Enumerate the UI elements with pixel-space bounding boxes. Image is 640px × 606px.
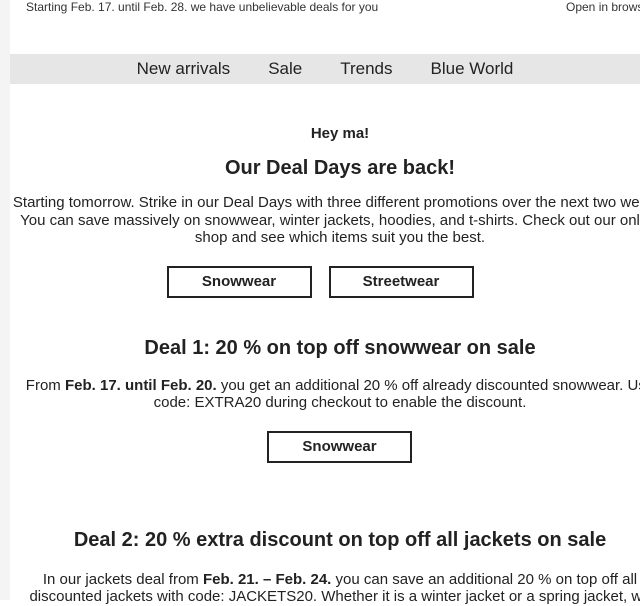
preheader-text: Starting Feb. 17. until Feb. 28. we have… xyxy=(26,0,379,14)
email-body: Hey ma! Our Deal Days are back! Starting… xyxy=(10,84,640,606)
preheader: Starting Feb. 17. until Feb. 28. we have… xyxy=(10,0,640,22)
nav-item-blue-world[interactable]: Blue World xyxy=(431,59,514,79)
deal1-text-pre: From xyxy=(25,376,65,394)
streetwear-button[interactable]: Streetwear xyxy=(328,265,474,298)
greeting: Hey ma! xyxy=(310,125,370,142)
deal2-text: In our jackets deal from Feb. 21. – Feb.… xyxy=(10,571,640,606)
intro-text: Starting tomorrow. Strike in our Deal Da… xyxy=(12,194,640,246)
open-in-browser-link[interactable]: Open in browser xyxy=(566,0,640,14)
snowwear-button[interactable]: Snowwear xyxy=(166,265,312,298)
main-nav: New arrivals Sale Trends Blue World xyxy=(10,54,640,84)
category-buttons: Snowwear Streetwear xyxy=(10,265,640,298)
deal1-snowwear-button[interactable]: Snowwear xyxy=(267,430,412,463)
deal2-title: Deal 2: 20 % extra discount on top off a… xyxy=(73,528,607,551)
nav-item-trends[interactable]: Trends xyxy=(340,59,392,79)
nav-item-new-arrivals[interactable]: New arrivals xyxy=(137,59,231,79)
deal2-dates: Feb. 21. – Feb. 24. xyxy=(202,570,332,588)
deal2-text-pre: In our jackets deal from xyxy=(42,570,203,588)
deal1-text: From Feb. 17. until Feb. 20. you get an … xyxy=(10,377,640,412)
deal1-title: Deal 1: 20 % on top off snowwear on sale xyxy=(144,336,536,359)
nav-item-sale[interactable]: Sale xyxy=(268,59,302,79)
deal1-dates: Feb. 17. until Feb. 20. xyxy=(64,376,217,394)
deal1-text-post: you get an additional 20 % off already d… xyxy=(153,376,640,412)
headline: Our Deal Days are back! xyxy=(224,157,456,179)
left-gutter xyxy=(0,0,10,600)
deal1-button-row: Snowwear xyxy=(10,430,640,463)
